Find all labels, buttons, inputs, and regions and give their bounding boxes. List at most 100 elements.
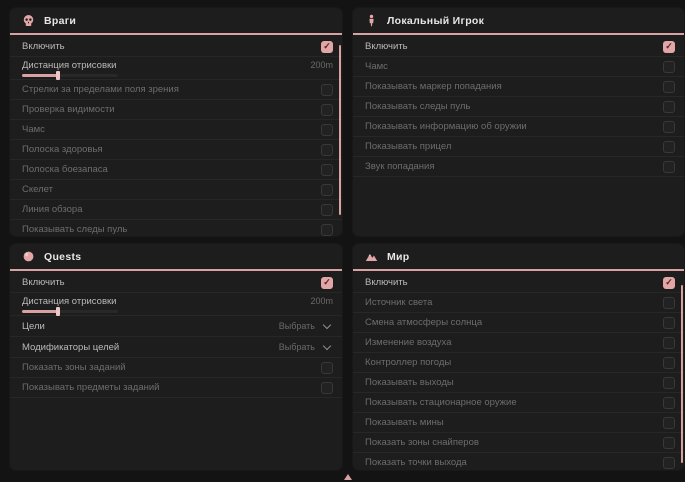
checkbox-checked[interactable]: ✓ [321,41,333,53]
toggle-row[interactable]: Показывать предметы заданий [10,378,342,398]
checkbox-unchecked[interactable] [321,104,333,116]
chevron-down-icon[interactable] [323,341,331,349]
checkbox-unchecked[interactable] [321,362,333,374]
toggle-row[interactable]: Линия обзора [10,200,342,220]
orb-icon [22,250,35,263]
slider-thumb[interactable] [56,307,60,316]
row-label: Изменение воздуха [365,337,663,348]
mountain-icon [365,250,378,263]
toggle-row[interactable]: Показать зоны заданий [10,358,342,378]
row-label: Включить [365,277,663,288]
select-value[interactable]: Выбрать [279,321,315,331]
checkbox-unchecked[interactable] [321,204,333,216]
checkbox-unchecked[interactable] [663,437,675,449]
toggle-row[interactable]: Показывать следы пуль [10,220,342,236]
row-label: Линия обзора [22,204,321,215]
toggle-row[interactable]: Показывать прицел [353,137,684,157]
checkbox-unchecked[interactable] [663,337,675,349]
checkbox-checked[interactable]: ✓ [663,277,675,289]
rows-world: Включить✓Источник светаСмена атмосферы с… [353,271,684,470]
toggle-row[interactable]: Показывать мины [353,413,684,433]
row-label: Полоска боезапаса [22,164,321,175]
toggle-row[interactable]: Показывать стационарное оружие [353,393,684,413]
checkmark-icon: ✓ [665,42,673,51]
toggle-row[interactable]: Источник света [353,293,684,313]
slider-row[interactable]: Дистанция отрисовки200m [10,293,342,316]
player-icon [365,14,378,27]
rows-local-player: Включить✓Чамс Показывать маркер попадания… [353,35,684,177]
select-row[interactable]: Модификаторы целейВыбрать [10,337,342,358]
toggle-row[interactable]: Полоска здоровья [10,140,342,160]
scrollbar-thumb[interactable] [339,45,341,215]
checkbox-unchecked[interactable] [663,121,675,133]
row-label: Показывать маркер попадания [365,81,663,92]
slider-thumb[interactable] [56,71,60,80]
toggle-row[interactable]: Стрелки за пределами поля зрения [10,80,342,100]
slider-row[interactable]: Дистанция отрисовки200m [10,57,342,80]
slider-row-header: Дистанция отрисовки200m [22,296,333,307]
skull-icon [22,14,35,27]
panel-quests: QuestsВключить✓Дистанция отрисовки200mЦе… [10,244,342,470]
row-label: Дистанция отрисовки [22,296,310,307]
row-label: Включить [22,277,321,288]
row-label: Показывать следы пуль [22,224,321,235]
panel-header-quests[interactable]: Quests [10,244,342,271]
row-label: Полоска здоровья [22,144,321,155]
scrollbar-thumb[interactable] [681,285,683,463]
toggle-row[interactable]: Включить✓ [353,273,684,293]
slider-fill [22,310,58,313]
checkbox-unchecked[interactable] [663,297,675,309]
row-label: Контроллер погоды [365,357,663,368]
checkbox-unchecked[interactable] [321,164,333,176]
checkbox-unchecked[interactable] [663,61,675,73]
select-row[interactable]: ЦелиВыбрать [10,316,342,337]
toggle-row[interactable]: Чамс [10,120,342,140]
toggle-row[interactable]: Звук попадания [353,157,684,177]
toggle-row[interactable]: Проверка видимости [10,100,342,120]
checkbox-unchecked[interactable] [663,81,675,93]
toggle-row[interactable]: Контроллер погоды [353,353,684,373]
checkbox-unchecked[interactable] [663,357,675,369]
slider-track[interactable] [22,74,118,77]
rows-quests: Включить✓ Дистанция отрисовки200m ЦелиВыбр… [10,271,342,398]
toggle-row[interactable]: Включить✓ [10,37,342,57]
toggle-row[interactable]: Изменение воздуха [353,333,684,353]
rows-enemies: Включить✓Дистанция отрисовки200mСтрелки … [10,35,342,236]
checkbox-unchecked[interactable] [663,417,675,429]
toggle-row[interactable]: Скелет [10,180,342,200]
select-value[interactable]: Выбрать [279,342,315,352]
checkbox-unchecked[interactable] [321,144,333,156]
panel-header-enemies[interactable]: Враги [10,8,342,35]
checkbox-unchecked[interactable] [663,161,675,173]
toggle-row[interactable]: Полоска боезапаса [10,160,342,180]
checkbox-unchecked[interactable] [321,382,333,394]
checkbox-unchecked[interactable] [663,457,675,469]
checkbox-unchecked[interactable] [663,141,675,153]
checkbox-unchecked[interactable] [663,317,675,329]
toggle-row[interactable]: Включить✓ [10,273,342,293]
toggle-row[interactable]: Показывать выходы [353,373,684,393]
toggle-row[interactable]: Показывать информацию об оружии [353,117,684,137]
toggle-row[interactable]: Чамс [353,57,684,77]
toggle-row[interactable]: Показывать маркер попадания [353,77,684,97]
row-label: Скелет [22,184,321,195]
toggle-row[interactable]: Показать зоны снайперов [353,433,684,453]
panel-header-local-player[interactable]: Локальный Игрок [353,8,684,35]
checkbox-unchecked[interactable] [663,377,675,389]
chevron-down-icon[interactable] [323,320,331,328]
checkbox-unchecked[interactable] [663,101,675,113]
checkbox-unchecked[interactable] [321,84,333,96]
checkbox-unchecked[interactable] [321,184,333,196]
slider-track[interactable] [22,310,118,313]
toggle-row[interactable]: Показать точки выхода [353,453,684,470]
checkbox-unchecked[interactable] [321,124,333,136]
toggle-row[interactable]: Показывать следы пуль [353,97,684,117]
checkbox-unchecked[interactable] [663,397,675,409]
toggle-row[interactable]: Смена атмосферы солнца [353,313,684,333]
checkbox-unchecked[interactable] [321,224,333,236]
checkbox-checked[interactable]: ✓ [663,41,675,53]
panel-header-world[interactable]: Мир [353,244,684,271]
checkmark-icon: ✓ [665,278,673,287]
toggle-row[interactable]: Включить✓ [353,37,684,57]
checkbox-checked[interactable]: ✓ [321,277,333,289]
